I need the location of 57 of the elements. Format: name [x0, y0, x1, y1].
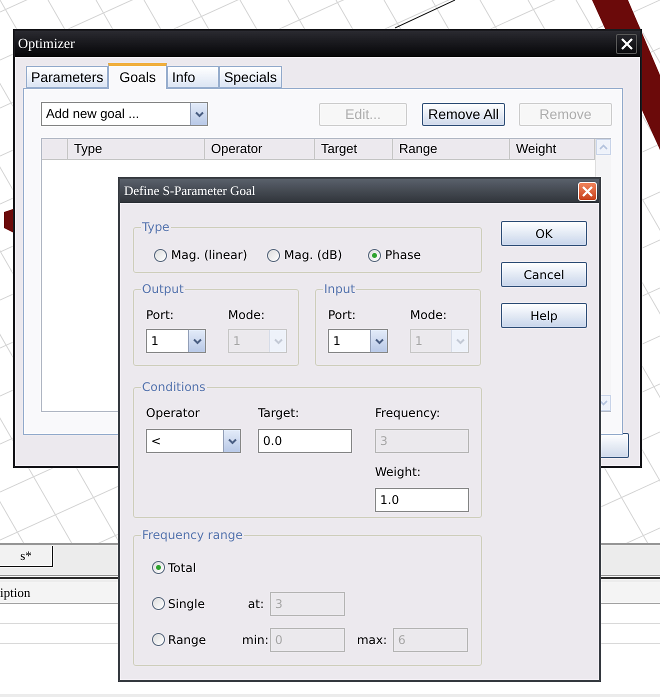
- weight-field[interactable]: 1.0: [375, 488, 469, 512]
- column-header[interactable]: Range: [393, 139, 510, 159]
- mode-label: Mode:: [410, 307, 448, 324]
- window-title: Optimizer: [18, 36, 75, 54]
- weight-label: Weight:: [375, 464, 422, 481]
- radio-button[interactable]: [154, 248, 167, 262]
- tab[interactable]: Goals: [108, 63, 167, 89]
- chevron-icon: [223, 430, 240, 452]
- radio-button[interactable]: [152, 633, 165, 646]
- radio-label[interactable]: Range: [168, 630, 206, 648]
- radio-button[interactable]: [368, 248, 381, 262]
- close-button[interactable]: [616, 34, 637, 54]
- radio-label[interactable]: Phase: [385, 246, 421, 264]
- dialog-button[interactable]: Help: [501, 303, 587, 328]
- tab[interactable]: s*: [0, 546, 53, 567]
- chevron-icon: [190, 103, 207, 125]
- operator-dropdown[interactable]: <: [146, 429, 241, 453]
- mode-label: Mode:: [228, 307, 266, 324]
- dialog-button[interactable]: OK: [501, 221, 587, 246]
- group-title: Output: [141, 282, 185, 297]
- dialog-button[interactable]: Remove All: [422, 102, 505, 126]
- radio-label[interactable]: Mag. (dB): [284, 246, 342, 264]
- group-title: Frequency range: [141, 528, 244, 543]
- group-title: Conditions: [141, 380, 207, 395]
- tab[interactable]: Specials: [218, 66, 282, 88]
- goal-dropdown[interactable]: Add new goal ...: [41, 102, 208, 126]
- tab[interactable]: Info: [166, 66, 219, 88]
- radio-label[interactable]: Total: [168, 558, 196, 576]
- column-header[interactable]: Operator: [205, 139, 315, 159]
- window-title: Define S-Parameter Goal: [124, 182, 256, 200]
- port-dropdown[interactable]: 1: [328, 329, 388, 353]
- close-icon: [620, 38, 632, 50]
- chevron-icon: [451, 330, 468, 352]
- group-title: Type: [141, 220, 171, 235]
- radio-button[interactable]: [267, 248, 280, 262]
- column-header[interactable]: Target: [315, 139, 393, 159]
- close-icon: [582, 186, 593, 196]
- tab[interactable]: Parameters: [26, 66, 108, 88]
- port-dropdown[interactable]: 1: [146, 329, 206, 353]
- group-title: Input: [323, 282, 356, 297]
- target-field[interactable]: 0.0: [258, 429, 352, 453]
- chevron-icon: [370, 330, 387, 352]
- chevron-icon: [269, 330, 286, 352]
- column-header[interactable]: Type: [68, 139, 205, 159]
- frequency-label: Frequency:: [375, 405, 442, 422]
- chevron-icon: [188, 330, 205, 352]
- radio-label[interactable]: Single: [168, 594, 205, 612]
- port-label: Port:: [146, 307, 175, 324]
- radio-label[interactable]: Mag. (linear): [171, 246, 248, 264]
- radio-button[interactable]: [152, 597, 165, 610]
- range-label: at:: [246, 596, 264, 612]
- operator-label: Operator: [146, 405, 201, 422]
- dialog-button[interactable]: Cancel: [501, 262, 587, 287]
- target-label: Target:: [258, 405, 300, 422]
- range-label: max:: [356, 632, 387, 648]
- port-label: Port:: [328, 307, 357, 324]
- radio-button[interactable]: [152, 561, 165, 574]
